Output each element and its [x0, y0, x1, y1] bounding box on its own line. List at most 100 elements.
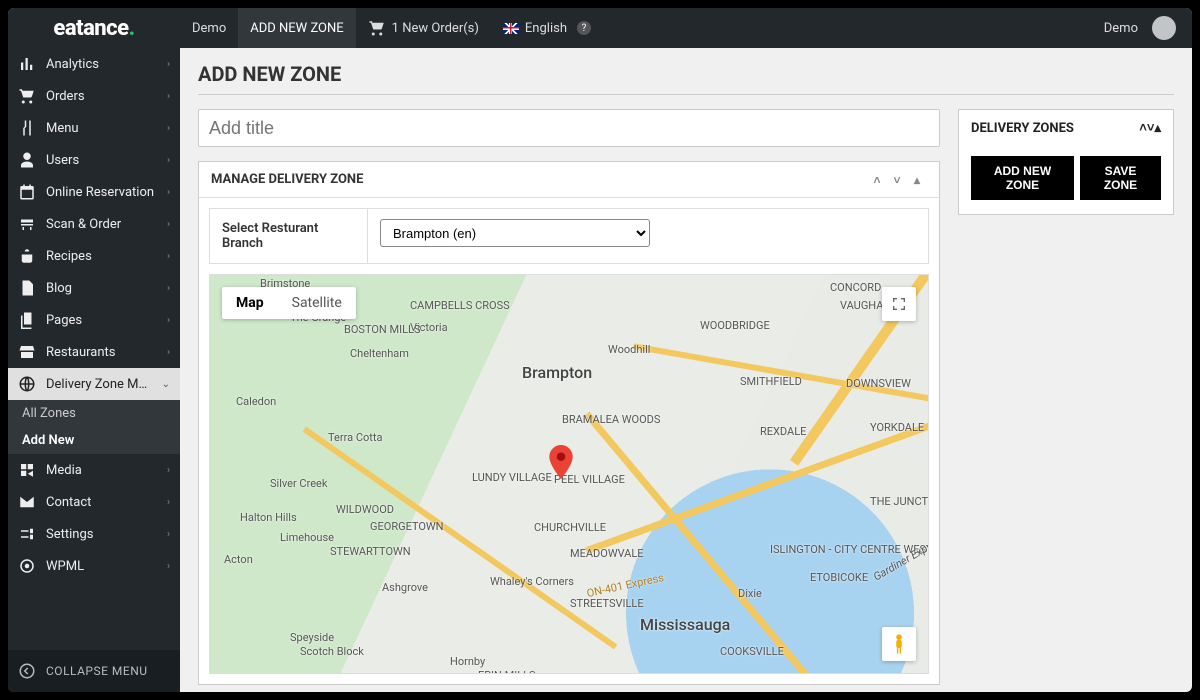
map-label: BRAMALEA WOODS [562, 413, 660, 426]
chevron-right-icon: › [167, 187, 170, 198]
pot-icon [18, 247, 36, 265]
delivery-zones-panel: DELIVERY ZONES ˄ ˅ ▴ ADD NEW ZONE SAVE Z… [958, 109, 1174, 215]
map-label: CAMPBELLS CROSS [410, 299, 510, 312]
topbar-current-page[interactable]: ADD NEW ZONE [238, 8, 355, 48]
collapse-menu[interactable]: COLLAPSE MENU [8, 650, 180, 692]
map-label: Limehouse [280, 531, 334, 544]
collapse-icon [18, 662, 36, 680]
map-label: ETOBICOKE [810, 571, 868, 584]
map-label: Halton Hills [240, 511, 297, 524]
map-label: Scotch Block [300, 645, 364, 658]
map-label: Speyside [290, 631, 334, 644]
help-icon: ? [577, 21, 591, 35]
map-label: GEORGETOWN [370, 520, 444, 533]
sidebar-item-settings[interactable]: Settings› [8, 518, 180, 550]
calendar-icon [18, 183, 36, 201]
map-label: Hornby [450, 655, 485, 668]
map-label: WOODBRIDGE [700, 319, 770, 332]
map-pin-icon[interactable] [548, 445, 574, 483]
sidebar-submenu: All Zones Add New [8, 400, 180, 454]
fullscreen-icon[interactable] [882, 287, 916, 321]
map-label-brampton: Brampton [522, 363, 592, 382]
map-label: Ashgrove [382, 581, 428, 594]
map-label: ERIN MILLS [478, 669, 536, 674]
map-label: Woodhill [608, 343, 650, 356]
panel-up-icon[interactable]: ˄ [867, 173, 887, 187]
chart-icon [18, 55, 36, 73]
map-tab-map[interactable]: Map [222, 287, 278, 319]
side-panel-title: DELIVERY ZONES [971, 121, 1074, 136]
map-label-mississauga: Mississauga [640, 615, 730, 634]
map-label: Cheltenham [350, 347, 409, 360]
sidebar-item-contact[interactable]: Contact› [8, 486, 180, 518]
map-label: STREETSVILLE [570, 597, 644, 610]
cart-icon [368, 19, 386, 37]
map-label: DOWNSVIEW [846, 377, 911, 390]
map-label: SMITHFIELD [740, 375, 802, 388]
sidebar-item-wpml[interactable]: WPML› [8, 550, 180, 582]
map-label: CHURCHVILLE [534, 521, 606, 534]
panel-up-icon[interactable]: ˄ [1139, 120, 1147, 136]
topbar-site-link[interactable]: Demo [180, 8, 238, 48]
chevron-down-icon: ⌄ [162, 379, 170, 390]
map-label: CONCORD [830, 281, 881, 294]
brand-logo[interactable]: eatance. [8, 16, 180, 41]
chevron-right-icon: › [167, 59, 170, 70]
chevron-right-icon: › [167, 497, 170, 508]
branch-select[interactable]: Brampton (en) [380, 219, 650, 247]
manage-zone-panel: MANAGE DELIVERY ZONE ˄ ˅ ▴ Select Restur… [198, 161, 940, 685]
sidebar-item-reservation[interactable]: Online Reservation› [8, 176, 180, 208]
media-icon [18, 461, 36, 479]
map-label: Caledon [236, 395, 276, 408]
sidebar-item-recipes[interactable]: Recipes› [8, 240, 180, 272]
map-label: LUNDY VILLAGE [472, 471, 552, 484]
globe-icon [18, 375, 36, 393]
sidebar-item-pages[interactable]: Pages› [8, 304, 180, 336]
map-label: Dixie [738, 587, 762, 600]
sidebar-item-restaurants[interactable]: Restaurants› [8, 336, 180, 368]
sidebar-item-blog[interactable]: Blog› [8, 272, 180, 304]
save-zone-button[interactable]: SAVE ZONE [1080, 156, 1161, 200]
branch-label: Select Resturant Branch [210, 209, 368, 263]
page-title: ADD NEW ZONE [198, 62, 1174, 86]
map-tab-satellite[interactable]: Satellite [278, 287, 356, 319]
submenu-all-zones[interactable]: All Zones [8, 400, 180, 427]
title-input[interactable] [198, 109, 940, 147]
cart-icon [18, 87, 36, 105]
sidebar-item-analytics[interactable]: Analytics› [8, 48, 180, 80]
add-new-zone-button[interactable]: ADD NEW ZONE [971, 156, 1074, 200]
map-label: YORKDALE [870, 421, 924, 434]
map-label: BOSTON MILLS [344, 323, 420, 336]
submenu-add-new[interactable]: Add New [8, 427, 180, 454]
map-label: MEADOWVALE [570, 547, 644, 560]
pegman-icon[interactable] [882, 627, 916, 661]
sidebar-item-orders[interactable]: Orders› [8, 80, 180, 112]
map-label: THE JUNCTION [870, 495, 929, 508]
chevron-right-icon: › [167, 315, 170, 326]
sidebar-item-media[interactable]: Media› [8, 454, 180, 486]
panel-down-icon[interactable]: ˅ [887, 173, 907, 187]
content-area: ADD NEW ZONE MANAGE DELIVERY ZONE ˄ ˅ ▴ [180, 48, 1192, 692]
topbar-user[interactable]: Demo [1092, 16, 1192, 40]
map[interactable]: Brampton Mississauga GEORGETOWN ETOBICOK… [209, 274, 929, 674]
sidebar-item-delivery-zone[interactable]: Delivery Zone Manager⌄ [8, 368, 180, 400]
chevron-right-icon: › [167, 283, 170, 294]
chevron-right-icon: › [167, 561, 170, 572]
sidebar-item-menu[interactable]: Menu› [8, 112, 180, 144]
store-icon [18, 343, 36, 361]
sidebar-item-users[interactable]: Users› [8, 144, 180, 176]
admin-sidebar: Analytics› Orders› Menu› Users› Online R… [8, 48, 180, 692]
user-icon [18, 151, 36, 169]
table-icon [18, 215, 36, 233]
avatar [1152, 16, 1176, 40]
chevron-right-icon: › [167, 347, 170, 358]
settings-icon [18, 525, 36, 543]
sidebar-item-scan[interactable]: Scan & Order› [8, 208, 180, 240]
topbar: eatance. Demo ADD NEW ZONE 1 New Order(s… [8, 8, 1192, 48]
topbar-language[interactable]: English ? [491, 8, 603, 48]
topbar-new-orders[interactable]: 1 New Order(s) [356, 8, 491, 48]
panel-caret-icon[interactable]: ▴ [907, 173, 927, 187]
mail-icon [18, 493, 36, 511]
panel-title: MANAGE DELIVERY ZONE [211, 172, 363, 187]
panel-caret-icon[interactable]: ▴ [1154, 121, 1161, 136]
